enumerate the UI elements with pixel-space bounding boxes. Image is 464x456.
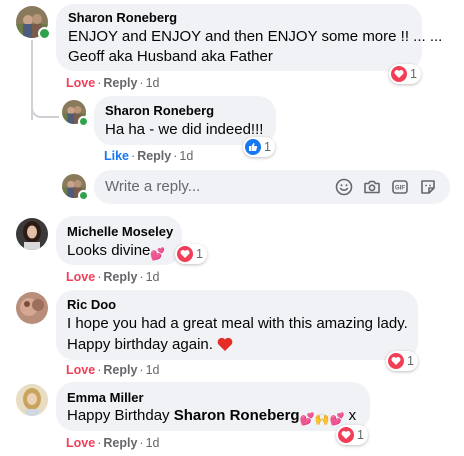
reaction-count: 1 bbox=[410, 67, 417, 81]
separator: · bbox=[97, 436, 102, 450]
reply-actions: Like · Reply · 1d bbox=[104, 149, 193, 163]
love-reaction-icon bbox=[391, 66, 407, 82]
separator: · bbox=[97, 363, 102, 377]
reply-action-link[interactable]: Reply bbox=[103, 363, 137, 377]
reply-action-link[interactable]: Reply bbox=[103, 436, 137, 450]
reaction-count: 1 bbox=[264, 140, 271, 154]
comment-timestamp[interactable]: 1d bbox=[179, 149, 193, 163]
separator: · bbox=[139, 76, 144, 90]
comment-timestamp[interactable]: 1d bbox=[146, 436, 160, 450]
reply-text: Ha ha - we did indeed!!! bbox=[105, 121, 264, 138]
svg-text:GIF: GIF bbox=[395, 186, 405, 192]
comment-timestamp[interactable]: 1d bbox=[146, 76, 160, 90]
separator: · bbox=[173, 149, 178, 163]
comment-author[interactable]: Ric Doo bbox=[67, 297, 116, 312]
separator: · bbox=[139, 363, 144, 377]
love-action-link[interactable]: Love bbox=[66, 363, 95, 377]
thread-connector bbox=[31, 100, 59, 118]
reaction-count-badge[interactable]: 1 bbox=[389, 64, 421, 84]
comment-text-content: Looks divine bbox=[67, 242, 151, 259]
separator: · bbox=[131, 149, 136, 163]
comment-text-line: Happy birthday again. bbox=[67, 334, 233, 359]
comment-actions: Love · Reply · 1d bbox=[66, 270, 159, 284]
comment-text-line: ENJOY and ENJOY and then ENJOY some more… bbox=[68, 28, 443, 45]
like-reaction-icon bbox=[245, 139, 261, 155]
comment-text-content: Happy birthday again. bbox=[67, 336, 213, 353]
comment-actions: Love · Reply · 1d bbox=[66, 363, 159, 377]
separator: · bbox=[139, 436, 144, 450]
avatar-emma[interactable] bbox=[16, 384, 48, 416]
gif-icon[interactable]: GIF bbox=[390, 177, 410, 197]
love-action-link[interactable]: Love bbox=[66, 76, 95, 90]
emoji-icon[interactable] bbox=[334, 177, 354, 197]
online-status-indicator bbox=[38, 27, 51, 40]
avatar-ric[interactable] bbox=[16, 292, 48, 324]
emoji-sequence: 💕🙌💕 bbox=[299, 412, 345, 426]
separator: · bbox=[139, 270, 144, 284]
separator: · bbox=[97, 76, 102, 90]
love-reaction-icon bbox=[338, 427, 354, 443]
comment-author[interactable]: Emma Miller bbox=[67, 390, 144, 405]
love-reaction-icon bbox=[388, 353, 404, 369]
reply-action-link[interactable]: Reply bbox=[103, 270, 137, 284]
comment-text-line: I hope you had a great meal with this am… bbox=[67, 315, 408, 332]
comment-text: Looks divine💕 bbox=[67, 240, 165, 265]
avatar-michelle[interactable] bbox=[16, 218, 48, 250]
reaction-count-badge[interactable]: 1 bbox=[386, 351, 418, 371]
two-hearts-emoji: 💕 bbox=[150, 247, 166, 261]
comment-author[interactable]: Sharon Roneberg bbox=[68, 10, 177, 25]
comment-text-line: Geoff aka Husband aka Father bbox=[68, 48, 273, 65]
comment-actions: Love · Reply · 1d bbox=[66, 436, 159, 450]
reply-action-link[interactable]: Reply bbox=[137, 149, 171, 163]
red-heart-emoji bbox=[217, 337, 233, 359]
reaction-count-badge[interactable]: 1 bbox=[336, 425, 368, 445]
reply-action-link[interactable]: Reply bbox=[103, 76, 137, 90]
comment-timestamp[interactable]: 1d bbox=[146, 270, 160, 284]
comment-text-content: Happy Birthday bbox=[67, 407, 174, 424]
comment-author[interactable]: Michelle Moseley bbox=[67, 224, 173, 239]
camera-icon[interactable] bbox=[362, 177, 382, 197]
separator: · bbox=[97, 270, 102, 284]
online-status-indicator bbox=[78, 190, 89, 201]
comment-timestamp[interactable]: 1d bbox=[146, 363, 160, 377]
reaction-count: 1 bbox=[357, 428, 364, 442]
love-action-link[interactable]: Love bbox=[66, 270, 95, 284]
mention-link[interactable]: Sharon Roneberg bbox=[174, 407, 300, 424]
reply-author[interactable]: Sharon Roneberg bbox=[105, 103, 214, 118]
comment-text: Happy Birthday Sharon Roneberg💕🙌💕 x bbox=[67, 405, 356, 430]
reaction-count-badge[interactable]: 1 bbox=[175, 244, 207, 264]
comment-actions: Love · Reply · 1d bbox=[66, 76, 159, 90]
sticker-icon[interactable] bbox=[418, 177, 438, 197]
online-status-indicator bbox=[78, 116, 89, 127]
reaction-count: 1 bbox=[407, 354, 414, 368]
reply-input-placeholder[interactable]: Write a reply... bbox=[105, 178, 200, 195]
comment-text-suffix: x bbox=[344, 407, 357, 424]
like-action-link[interactable]: Like bbox=[104, 149, 129, 163]
reaction-count-badge[interactable]: 1 bbox=[243, 137, 275, 157]
love-action-link[interactable]: Love bbox=[66, 436, 95, 450]
reaction-count: 1 bbox=[196, 247, 203, 261]
love-reaction-icon bbox=[177, 246, 193, 262]
